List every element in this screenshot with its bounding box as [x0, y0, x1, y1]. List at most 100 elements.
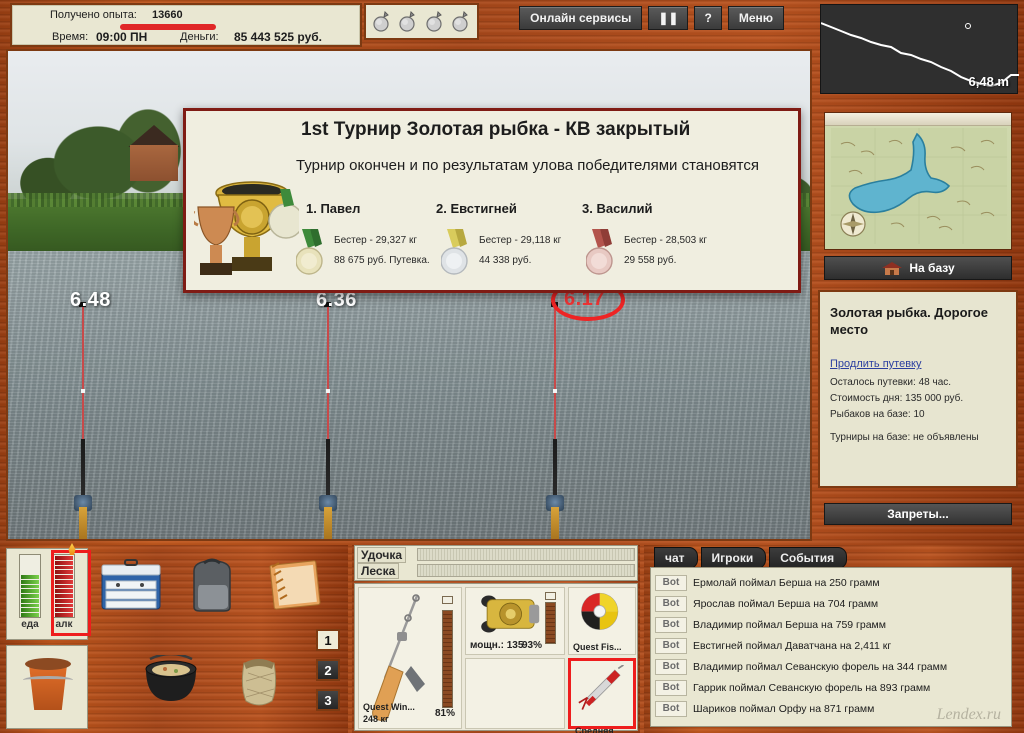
online-services-button[interactable]: Онлайн сервисы — [519, 6, 643, 30]
bot-badge: Bot — [655, 637, 687, 654]
bans-button[interactable]: Запреты... — [824, 503, 1012, 525]
line-slot-cell[interactable]: Quest Fis... — [568, 587, 636, 655]
winner-catch-2: Бестер - 29,118 кг 44 338 руб. — [479, 235, 562, 266]
lure-icon — [578, 664, 624, 710]
food-bar-wrap[interactable]: еда — [16, 554, 44, 639]
reel-wear-top — [545, 592, 556, 600]
bot-badge: Bot — [655, 658, 687, 675]
time-value: 09:00 ПН — [96, 30, 148, 44]
riverside-house — [126, 125, 182, 181]
reel-power-label: мощн.: 135 — [470, 640, 524, 651]
alcohol-label: алк — [55, 619, 73, 630]
winner-place-3: 3. Василий — [582, 201, 653, 216]
chat-row: Bot Евстигней поймал Даватчана на 2,411 … — [655, 635, 1007, 656]
tackle-box-item[interactable] — [100, 559, 162, 611]
chat-message-list[interactable]: Bot Ермолай поймал Берша на 250 грамм Bo… — [650, 567, 1012, 727]
rod-slot-3[interactable]: 3 — [316, 689, 340, 711]
bucket-slot[interactable] — [6, 645, 88, 729]
bot-badge: Bot — [655, 595, 687, 612]
alcohol-bar-wrap[interactable]: алк — [50, 554, 78, 639]
bar-segment — [55, 603, 73, 608]
rod-grip — [324, 507, 332, 539]
help-button[interactable]: ? — [694, 6, 722, 30]
extend-pass-link[interactable]: Продлить путевку — [830, 358, 921, 370]
bar-segment — [21, 613, 39, 617]
food-label: еда — [21, 619, 39, 630]
bar-segment — [55, 613, 73, 617]
bar-segment — [55, 598, 73, 603]
tab-players[interactable]: Игроки — [700, 547, 767, 569]
bar-segment — [21, 556, 39, 560]
location-map[interactable] — [824, 112, 1012, 250]
house-icon — [881, 261, 903, 276]
winner-names-row: 1. Павел 2. Евстигней 3. Василий — [296, 201, 796, 223]
chat-row: Bot Ярослав поймал Берша на 704 грамм — [655, 593, 1007, 614]
bot-badge: Bot — [655, 679, 687, 696]
bar-segment — [55, 579, 73, 584]
tournament-subtitle: Турнир окончен и по результатам улова по… — [296, 157, 759, 174]
keepnet-sack-item[interactable] — [232, 653, 286, 709]
location-title: Золотая рыбка. Дорогое место — [830, 305, 988, 337]
rod-line — [327, 305, 329, 443]
depth-sonar-chart[interactable]: 6,48 m — [820, 4, 1019, 94]
line-name-label: Quest Fis... — [573, 642, 622, 652]
flask-icon[interactable] — [451, 10, 471, 33]
rod-wear-bar — [442, 610, 453, 708]
rod-slot-cell[interactable]: 81% Quest Win... 248 кг — [358, 587, 462, 729]
pause-button[interactable]: ❚❚ — [648, 6, 689, 30]
map-roll-top — [825, 113, 1011, 126]
tab-events[interactable]: События — [769, 547, 848, 569]
bucket-rim — [25, 658, 71, 670]
experience-label: Получено опыта: — [50, 9, 137, 21]
tournament-results-dialog[interactable]: 1st Турнир Золотая рыбка - КВ закрытый Т… — [183, 108, 801, 293]
rod-float — [553, 389, 557, 393]
chat-message: Ермолай поймал Берша на 250 грамм — [693, 576, 880, 589]
menu-button[interactable]: Меню — [727, 6, 784, 30]
time-label: Время: — [52, 31, 89, 43]
flask-icon[interactable] — [372, 10, 392, 33]
chat-message: Евстигней поймал Даватчана на 2,411 кг — [693, 639, 892, 652]
bar-segment — [21, 566, 39, 570]
rod-wear-top — [442, 596, 453, 604]
water-surface[interactable] — [8, 251, 810, 539]
site-watermark: Lendex.ru — [936, 706, 1001, 723]
fishing-scene[interactable]: 6.48 6.36 6.17 1st Турнир Золотая рыбка … — [6, 49, 812, 541]
bar-segment — [55, 589, 73, 594]
notebook-item[interactable] — [266, 557, 322, 611]
reel-slot-cell[interactable]: мощн.: 135 93% — [465, 587, 565, 655]
go-to-base-button[interactable]: На базу — [824, 256, 1012, 280]
rod-line — [82, 305, 84, 443]
rod-slot-2[interactable]: 2 — [316, 659, 340, 681]
lure-name-label: Средняя — [575, 726, 614, 733]
rod-slot-1[interactable]: 1 — [316, 629, 340, 651]
food-bar[interactable] — [19, 554, 41, 618]
trophy-cups-image — [190, 159, 304, 287]
bar-segment — [21, 598, 39, 603]
chat-message: Гаррик поймал Севанскую форель на 893 гр… — [693, 681, 931, 694]
winner-details-row: Бестер - 29,327 кг 88 675 руб. Путевка. — [295, 223, 796, 285]
backpack-item[interactable] — [186, 557, 238, 613]
day-cost-line: Стоимость дня: 135 000 руб. — [830, 393, 964, 404]
player-stats-panel: Получено опыта: 13660 Время: 09:00 ПН Де… — [10, 3, 362, 47]
tab-chat[interactable]: чат — [654, 547, 698, 569]
flask-icon[interactable] — [425, 10, 445, 33]
empty-slot-cell[interactable] — [465, 658, 565, 729]
bar-segment — [55, 560, 73, 565]
rod-line — [554, 305, 556, 443]
rod-depth-label-1: 6.48 — [70, 289, 111, 311]
line-spool-icon — [581, 592, 619, 630]
reel-wear-bar — [545, 602, 556, 644]
alcohol-bar[interactable] — [53, 554, 75, 618]
anglers-count-line: Рыбаков на базе: 10 — [830, 409, 925, 420]
flask-inventory-panel[interactable] — [364, 3, 479, 40]
rod-float — [326, 389, 330, 393]
bar-segment — [55, 584, 73, 589]
medal-bronze-icon — [585, 229, 618, 275]
cooking-pot-item[interactable] — [140, 652, 202, 705]
rod-name-label: Quest Win... — [363, 702, 415, 712]
location-info-panel: Золотая рыбка. Дорогое место Продлить пу… — [818, 290, 1018, 488]
rod-grip — [79, 507, 87, 539]
winner-place-1: 1. Павел — [306, 201, 361, 216]
lure-slot-cell[interactable]: Средняя — [568, 658, 636, 733]
flask-icon[interactable] — [398, 10, 418, 33]
